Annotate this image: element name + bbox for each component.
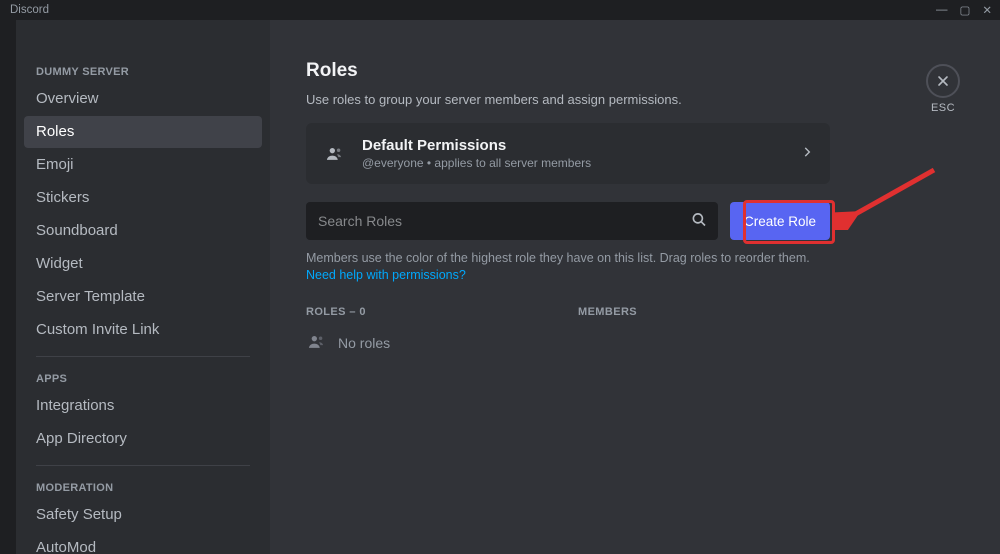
search-icon	[690, 211, 708, 232]
esc-label: ESC	[926, 102, 960, 114]
default-permissions-subtitle: @everyone • applies to all server member…	[362, 156, 784, 170]
maximize-icon[interactable]: ▢	[959, 3, 970, 17]
close-settings-button[interactable]: ESC	[926, 64, 960, 114]
default-permissions-text: Default Permissions @everyone • applies …	[362, 137, 784, 170]
sidebar-item-safety-setup[interactable]: Safety Setup	[24, 499, 262, 531]
sidebar-item-widget[interactable]: Widget	[24, 248, 262, 280]
helper-text: Members use the color of the highest rol…	[306, 250, 830, 284]
sidebar-separator	[36, 356, 250, 357]
sidebar-item-custom-invite-link[interactable]: Custom Invite Link	[24, 314, 262, 346]
sidebar-heading-moderation: MODERATION	[24, 476, 262, 498]
sidebar-separator	[36, 465, 250, 466]
chevron-right-icon	[800, 145, 814, 162]
sidebar-item-soundboard[interactable]: Soundboard	[24, 215, 262, 247]
server-name-heading: DUMMY SERVER	[24, 60, 262, 82]
app-name-label: Discord	[10, 4, 49, 16]
permissions-help-link[interactable]: Need help with permissions?	[306, 268, 466, 282]
sidebar-item-overview[interactable]: Overview	[24, 83, 262, 115]
default-permissions-title: Default Permissions	[362, 137, 784, 154]
sidebar-item-emoji[interactable]: Emoji	[24, 149, 262, 181]
no-roles-label: No roles	[338, 335, 390, 351]
create-role-button[interactable]: Create Role	[730, 202, 830, 240]
sidebar-item-server-template[interactable]: Server Template	[24, 281, 262, 313]
search-roles-field[interactable]	[306, 202, 718, 240]
minimize-icon[interactable]: —	[936, 4, 948, 16]
members-icon	[322, 142, 346, 166]
close-icon	[926, 64, 960, 98]
search-input[interactable]	[306, 202, 718, 240]
window-titlebar: Discord — ▢ ✕	[0, 0, 1000, 20]
page-subtitle: Use roles to group your server members a…	[306, 92, 830, 107]
settings-sidebar: DUMMY SERVER Overview Roles Emoji Sticke…	[16, 20, 270, 554]
sidebar-item-integrations[interactable]: Integrations	[24, 390, 262, 422]
sidebar-item-app-directory[interactable]: App Directory	[24, 423, 262, 455]
sidebar-item-stickers[interactable]: Stickers	[24, 182, 262, 214]
annotation-arrow-icon	[834, 160, 944, 230]
default-permissions-card[interactable]: Default Permissions @everyone • applies …	[306, 123, 830, 184]
sidebar-item-automod[interactable]: AutoMod	[24, 532, 262, 554]
roles-empty-state: No roles	[306, 332, 830, 355]
close-icon[interactable]: ✕	[982, 3, 992, 17]
roles-column-label: ROLES – 0	[306, 306, 578, 318]
sidebar-heading-apps: APPS	[24, 367, 262, 389]
page-title: Roles	[306, 60, 830, 82]
sidebar-item-roles[interactable]: Roles	[24, 116, 262, 148]
members-icon	[306, 332, 326, 355]
roles-columns-header: ROLES – 0 MEMBERS	[306, 306, 830, 318]
members-column-label: MEMBERS	[578, 306, 637, 318]
guild-rail	[0, 20, 16, 554]
window-controls: — ▢ ✕	[936, 3, 992, 17]
settings-main: ESC Roles Use roles to group your server…	[270, 20, 1000, 554]
create-role-label: Create Role	[744, 214, 816, 229]
